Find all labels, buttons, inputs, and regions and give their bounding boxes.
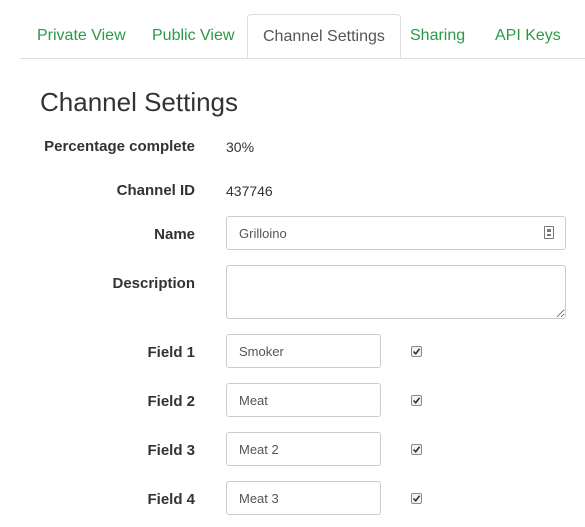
description-label: Description bbox=[112, 275, 195, 292]
field-3-label: Field 3 bbox=[147, 442, 195, 459]
name-label: Name bbox=[154, 226, 195, 243]
field-2-checkbox[interactable] bbox=[411, 395, 422, 406]
checkmark-icon bbox=[412, 397, 421, 405]
tab-public-view[interactable]: Public View bbox=[152, 22, 234, 50]
page-title: Channel Settings bbox=[40, 87, 239, 117]
percentage-complete-label: Percentage complete bbox=[44, 138, 195, 155]
tab-channel-settings[interactable]: Channel Settings bbox=[247, 14, 401, 58]
description-textarea[interactable] bbox=[226, 265, 566, 319]
checkmark-icon bbox=[412, 495, 421, 503]
percentage-complete-value: 30% bbox=[226, 139, 255, 155]
contact-card-icon[interactable] bbox=[544, 226, 554, 239]
channel-id-value: 437746 bbox=[226, 183, 273, 199]
field-4-input[interactable] bbox=[226, 481, 381, 515]
field-3-checkbox[interactable] bbox=[411, 444, 422, 455]
field-4-checkbox[interactable] bbox=[411, 493, 422, 504]
field-4-label: Field 4 bbox=[147, 491, 195, 508]
name-input[interactable] bbox=[226, 216, 566, 250]
checkmark-icon bbox=[412, 446, 421, 454]
field-1-label: Field 1 bbox=[147, 344, 195, 361]
tab-api-keys[interactable]: API Keys bbox=[495, 22, 561, 50]
channel-id-label: Channel ID bbox=[116, 182, 195, 199]
field-3-input[interactable] bbox=[226, 432, 381, 466]
tab-private-view[interactable]: Private View bbox=[37, 22, 126, 50]
tab-sharing[interactable]: Sharing bbox=[410, 22, 465, 50]
field-1-checkbox[interactable] bbox=[411, 346, 422, 357]
field-2-input[interactable] bbox=[226, 383, 381, 417]
field-1-input[interactable] bbox=[226, 334, 381, 368]
channel-tabs: Private View Public View Channel Setting… bbox=[20, 14, 585, 59]
field-2-label: Field 2 bbox=[147, 393, 195, 410]
checkmark-icon bbox=[412, 348, 421, 356]
